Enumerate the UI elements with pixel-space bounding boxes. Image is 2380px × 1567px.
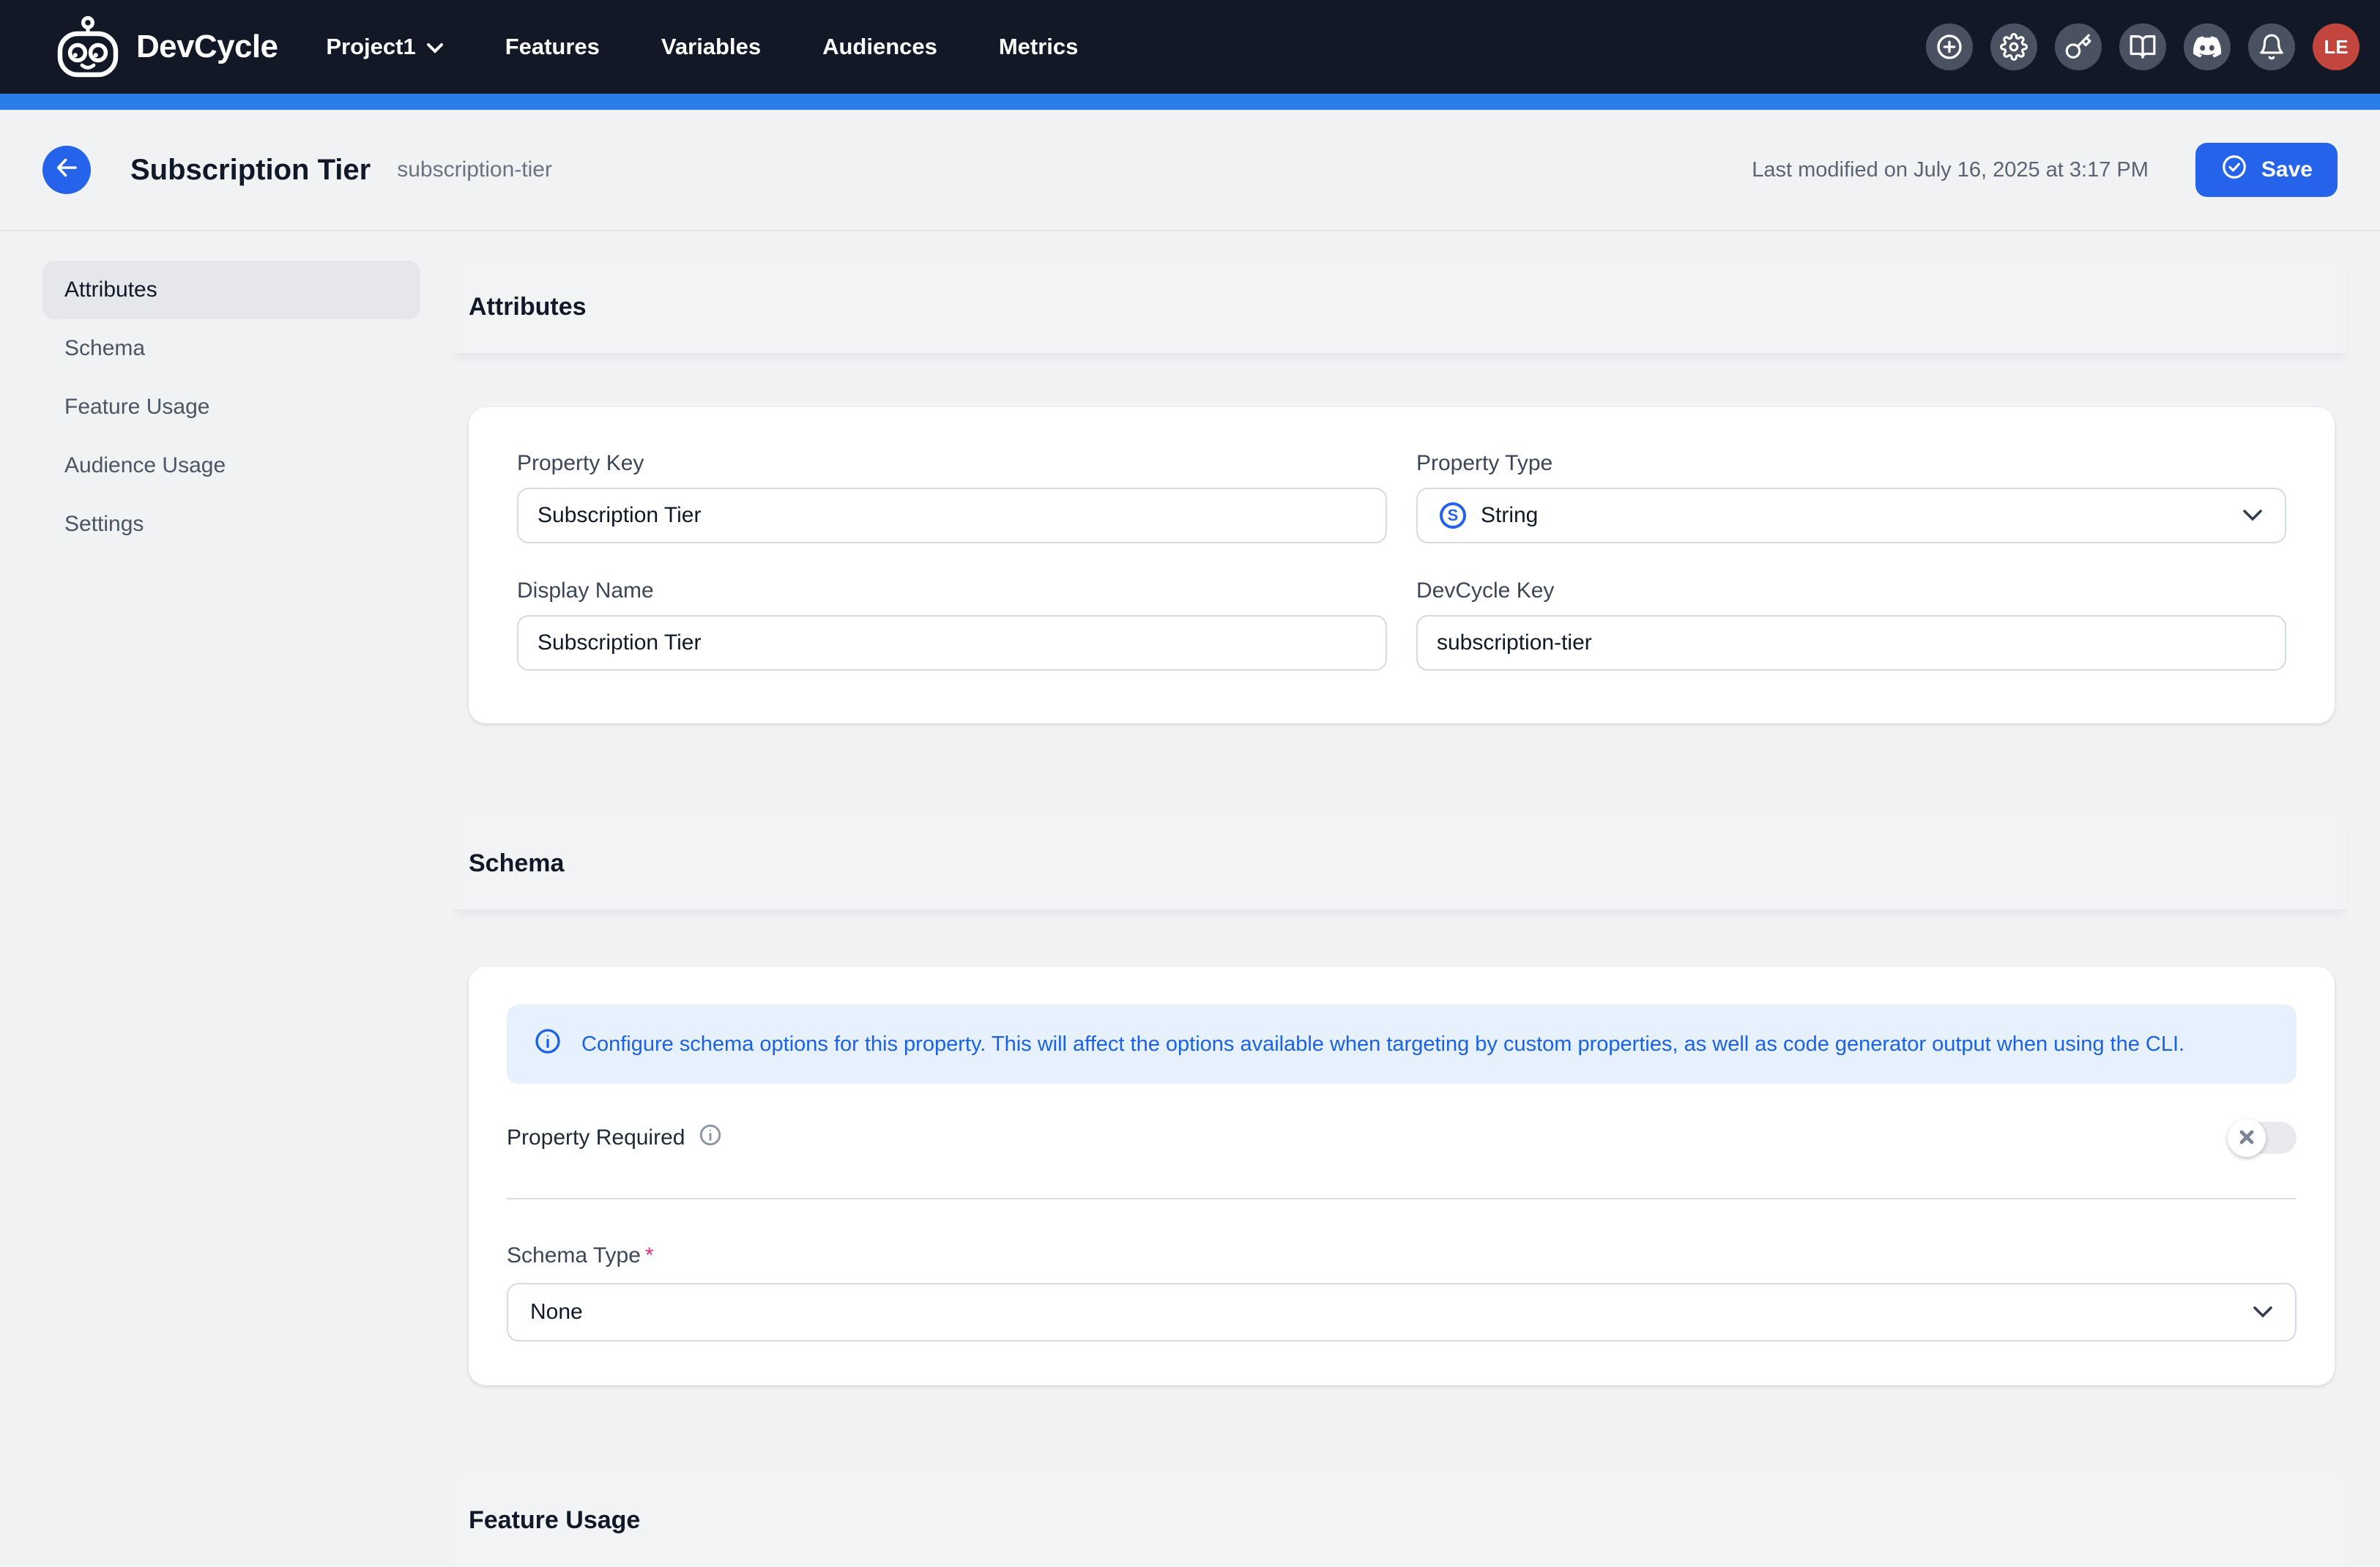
content-area: Attributes Schema Feature Usage Audience… [0,231,2380,1567]
save-button-label: Save [2261,157,2313,182]
x-icon [2239,1127,2254,1150]
property-type-select[interactable]: S String [1416,488,2286,543]
property-key-input[interactable] [517,488,1387,543]
nav-audiences[interactable]: Audiences [792,34,968,60]
chevron-down-icon [2242,509,2263,522]
section-sidebar: Attributes Schema Feature Usage Audience… [42,261,420,554]
toggle-knob [2228,1119,2266,1157]
bell-icon [2258,33,2286,61]
property-type-label: Property Type [1416,451,2286,476]
devcycle-logo[interactable]: DevCycle [53,15,278,79]
attributes-card: Property Key Property Type S String Disp… [469,407,2335,723]
property-required-toggle[interactable] [2229,1122,2297,1154]
display-name-input[interactable] [517,615,1387,671]
property-key-label: Property Key [517,451,1387,476]
schema-type-select[interactable]: None [507,1283,2297,1341]
schema-info-text: Configure schema options for this proper… [581,1032,2184,1057]
schema-type-label: Schema Type [507,1243,641,1268]
display-name-label: Display Name [517,578,1387,603]
user-avatar[interactable]: LE [2313,23,2359,70]
save-button[interactable]: Save [2195,143,2338,197]
info-icon[interactable] [698,1123,723,1153]
nav-variables[interactable]: Variables [631,34,792,60]
nav-metrics[interactable]: Metrics [968,34,1109,60]
logo-text: DevCycle [136,29,278,65]
top-navbar: DevCycle Project1 Features Variables Aud… [0,0,2380,94]
sidebar-item-audience-usage[interactable]: Audience Usage [42,436,420,495]
notifications-button[interactable] [2248,23,2295,70]
display-name-field: Display Name [517,578,1387,671]
discord-button[interactable] [2184,23,2231,70]
sidebar-item-attributes[interactable]: Attributes [42,261,420,319]
gear-icon [2000,33,2028,61]
nav-project-label: Project1 [326,34,415,60]
schema-type-label-row: Schema Type* [507,1243,2297,1268]
nav-project-dropdown[interactable]: Project1 [295,34,474,60]
nav-features[interactable]: Features [475,34,631,60]
plus-circle-icon [1935,32,1964,62]
schema-section-title: Schema [469,849,564,878]
attributes-section-header: Attributes [454,261,2346,354]
key-icon [2064,33,2092,61]
arrow-left-icon [53,155,80,186]
sidebar-item-schema[interactable]: Schema [42,319,420,378]
schema-card: Configure schema options for this proper… [469,967,2335,1385]
property-required-label-group: Property Required [507,1123,723,1153]
feature-usage-section-header: Feature Usage [454,1473,2346,1567]
create-new-button[interactable] [1926,23,1973,70]
required-asterisk: * [645,1243,654,1268]
settings-button[interactable] [1990,23,2037,70]
accent-bar [0,94,2380,110]
schema-divider [507,1198,2297,1199]
page-header: Subscription Tier subscription-tier Last… [0,110,2380,231]
devcycle-key-label: DevCycle Key [1416,578,2286,603]
primary-nav: Project1 Features Variables Audiences Me… [295,34,1109,60]
main-panel: Attributes Property Key Property Type S … [454,261,2346,1567]
property-key-field: Property Key [517,451,1387,543]
devcycle-robot-icon [53,15,123,79]
page-title: Subscription Tier [130,154,371,187]
sidebar-item-settings[interactable]: Settings [42,495,420,554]
property-required-label: Property Required [507,1125,685,1150]
docs-button[interactable] [2119,23,2166,70]
devcycle-key-field: DevCycle Key [1416,578,2286,671]
sidebar-item-feature-usage[interactable]: Feature Usage [42,378,420,436]
back-button[interactable] [42,146,91,194]
chevron-down-icon [2253,1306,2273,1319]
check-circle-icon [2220,153,2248,187]
discord-icon [2193,33,2221,61]
page-key: subscription-tier [397,157,552,182]
devcycle-key-input[interactable] [1416,615,2286,671]
schema-info-banner: Configure schema options for this proper… [507,1005,2297,1084]
property-type-value: String [1481,503,1538,528]
page-header-actions: Last modified on July 16, 2025 at 3:17 P… [1752,143,2338,197]
attributes-section-title: Attributes [469,293,587,321]
property-required-row: Property Required [507,1122,2297,1154]
chevron-down-icon [426,34,444,60]
schema-section-header: Schema [454,817,2346,911]
feature-usage-section-title: Feature Usage [469,1506,640,1535]
property-type-field: Property Type S String [1416,451,2286,543]
schema-type-value: None [530,1300,583,1325]
book-icon [2129,33,2157,61]
last-modified-text: Last modified on July 16, 2025 at 3:17 P… [1752,158,2149,182]
api-keys-button[interactable] [2055,23,2102,70]
info-icon [533,1027,562,1062]
string-type-icon: S [1440,502,1466,529]
navbar-actions: LE [1926,23,2380,70]
